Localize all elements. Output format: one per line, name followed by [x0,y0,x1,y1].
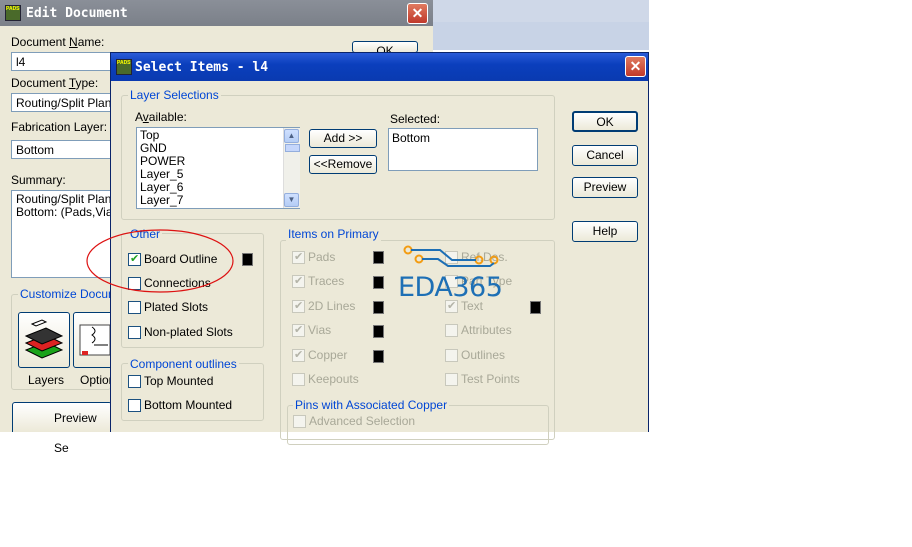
vias-color-swatch[interactable] [373,325,384,338]
eda365-watermark-text: EDA365 [398,272,503,303]
items-on-primary-label: Items on Primary [286,227,381,241]
close-icon[interactable]: ✕ [407,3,428,24]
traces-checkbox[interactable] [292,274,305,288]
attributes-label: Attributes [461,323,512,337]
text-color-swatch[interactable] [530,301,541,314]
available-listbox[interactable]: Top GND POWER Layer_5 Layer_6 Layer_7 ▲ … [136,127,300,209]
available-scrollbar[interactable]: ▲ ▼ [283,128,300,208]
layers-caption: Layers [28,373,65,387]
background-strip-bottom [433,22,649,50]
select-items-title: Select Items - l4 [135,60,269,75]
list-item[interactable]: Bottom [392,131,534,145]
traces-label: Traces [308,274,345,288]
copper-label: Copper [308,348,348,362]
document-type-select[interactable]: Routing/Split Plane [11,93,111,112]
bottom-mounted-checkbox[interactable] [128,399,141,412]
layers-stack-icon [24,319,64,359]
available-items: Top GND POWER Layer_5 Layer_6 Layer_7 [140,129,185,207]
selected-label: Selected: [390,112,441,126]
component-outlines-label: Component outlines [128,357,239,371]
summary-line: Bottom: (Pads,Vias, [16,205,110,219]
advanced-selection-checkbox[interactable] [293,415,306,428]
non-plated-slots-checkbox[interactable] [128,326,141,339]
selected-listbox[interactable]: Bottom [388,128,538,171]
scroll-down-icon[interactable]: ▼ [284,193,299,207]
scroll-thumb[interactable] [285,144,300,152]
test-points-label: Test Points [461,372,520,386]
annotation-ellipse [86,229,234,293]
board-outline-color-swatch[interactable] [242,253,253,266]
document-name-label: Document Name: [11,35,105,49]
edit-document-title: Edit Document [26,6,128,21]
2d-lines-color-swatch[interactable] [373,301,384,314]
remove-button[interactable]: <<Remove [309,155,377,174]
test-points-checkbox[interactable] [445,373,458,386]
background-desktop-strip [433,0,649,50]
pins-associated-copper-label: Pins with Associated Copper [293,398,450,412]
close-icon[interactable]: ✕ [625,56,646,77]
outlines-label: Outlines [461,348,506,362]
available-label: Available: [135,110,187,124]
advanced-selection-label: Advanced Selection [309,414,416,428]
document-type-label: Document Type: [11,76,99,90]
outlines-checkbox[interactable] [445,349,458,362]
pads-label: Pads [308,250,336,264]
component-outlines-group [121,363,264,421]
options-button[interactable] [73,312,113,368]
preview-selections-button[interactable]: Preview Se [12,402,112,455]
non-plated-slots-label: Non-plated Slots [144,325,233,339]
pads-checkbox[interactable] [292,250,305,264]
top-mounted-label: Top Mounted [144,374,214,388]
cancel-button[interactable]: Cancel [572,145,638,166]
layer-selections-label: Layer Selections [128,88,221,102]
ok-button[interactable]: OK [572,111,638,132]
select-items-titlebar: Select Items - l4 ✕ [111,53,648,81]
copper-color-swatch[interactable] [373,350,384,363]
plated-slots-checkbox[interactable] [128,301,141,314]
options-icon [79,324,111,356]
pads-color-swatch[interactable] [373,251,384,264]
top-mounted-checkbox[interactable] [128,375,141,388]
traces-color-swatch[interactable] [373,276,384,289]
2d-lines-label: 2D Lines [308,299,356,313]
fabrication-layer-label: Fabrication Layer: [11,120,108,134]
summary-label: Summary: [11,173,66,187]
2d-lines-checkbox[interactable] [292,299,305,313]
vias-label: Vias [308,323,332,337]
attributes-checkbox[interactable] [445,324,458,337]
fabrication-layer-select[interactable]: Bottom [11,140,111,159]
scroll-up-icon[interactable]: ▲ [284,129,299,143]
edit-document-titlebar: Edit Document ✕ [0,0,433,26]
preview-button[interactable]: Preview [572,177,638,198]
bottom-mounted-label: Bottom Mounted [144,398,233,412]
plated-slots-label: Plated Slots [144,300,209,314]
vias-checkbox[interactable] [292,323,305,337]
pads-app-icon [5,5,21,21]
help-button[interactable]: Help [572,221,638,242]
document-name-input[interactable]: l4 [11,52,111,71]
add-button[interactable]: Add >> [309,129,377,148]
keepouts-checkbox[interactable] [292,373,305,386]
layers-button[interactable] [18,312,70,368]
keepouts-label: Keepouts [308,372,359,386]
copper-checkbox[interactable] [292,348,305,362]
background-strip-top [433,0,649,22]
eda365-circuit-logo-icon [403,245,499,267]
list-item[interactable]: Layer_7 [140,194,185,207]
pads-app-icon [116,59,132,75]
